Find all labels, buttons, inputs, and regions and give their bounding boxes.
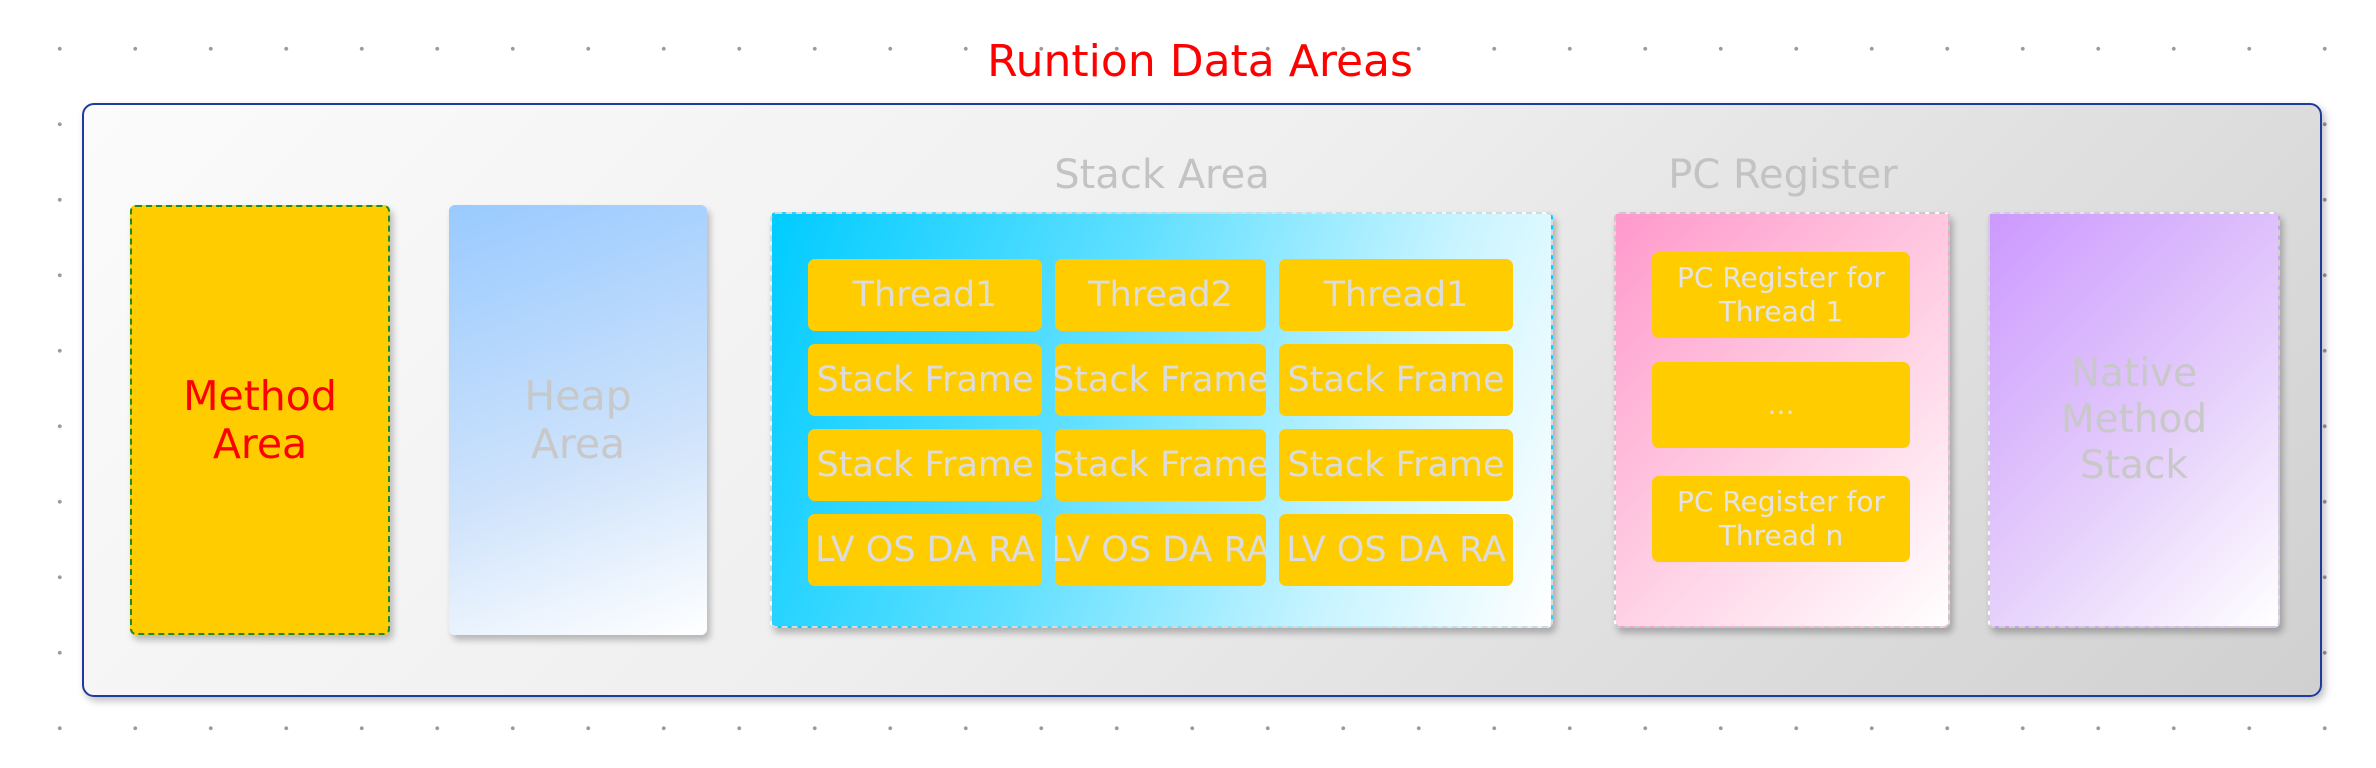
method-area-box: Method Area [130,205,390,635]
native-method-stack-box: Native Method Stack [1988,212,2280,628]
stack-area-box: Thread1 Stack Frame Stack Frame LV OS DA… [770,212,1553,628]
heap-area-box: Heap Area [449,205,707,635]
native-method-stack-line1: Native [2070,350,2198,396]
method-area-label-line2: Area [212,420,308,468]
pc-register-ellipsis-label: ... [1767,388,1795,422]
heap-area-label-line2: Area [530,420,626,468]
native-method-stack-line3: Stack [2080,443,2188,488]
stack-frame-cell: Stack Frame [1055,429,1266,501]
native-method-stack-line2: Method [2060,396,2208,442]
heap-area-label-line1: Heap [524,371,632,420]
pc-register-thread-1-line2: Thread 1 [1718,295,1844,328]
pc-register-label: PC Register [1668,152,1898,198]
pc-register-ellipsis-cell: ... [1652,362,1910,448]
stack-area-label: Stack Area [1054,152,1270,198]
thread-cell: Thread1 [808,259,1042,331]
method-area-label-line1: Method [183,371,337,420]
stack-frame-cell: Stack Frame [808,429,1042,501]
pc-register-box: PC Register for Thread 1 ... PC Register… [1614,212,1950,628]
locals-cell: LV OS DA RA [1279,514,1513,586]
stack-frame-cell: Stack Frame [808,344,1042,416]
stack-frame-cell: Stack Frame [1055,344,1266,416]
pc-register-thread-1-cell: PC Register for Thread 1 [1652,252,1910,338]
thread-cell: Thread1 [1279,259,1513,331]
locals-cell: LV OS DA RA [808,514,1042,586]
stack-frame-cell: Stack Frame [1279,344,1513,416]
thread-cell: Thread2 [1055,259,1266,331]
pc-register-thread-n-line1: PC Register for [1676,485,1886,519]
pc-register-thread-n-cell: PC Register for Thread n [1652,476,1910,562]
pc-register-thread-n-line2: Thread n [1718,519,1844,552]
locals-cell: LV OS DA RA [1055,514,1266,586]
stack-frame-cell: Stack Frame [1279,429,1513,501]
pc-register-thread-1-line1: PC Register for [1676,261,1886,295]
diagram-title: Runtion Data Areas [987,36,1413,87]
